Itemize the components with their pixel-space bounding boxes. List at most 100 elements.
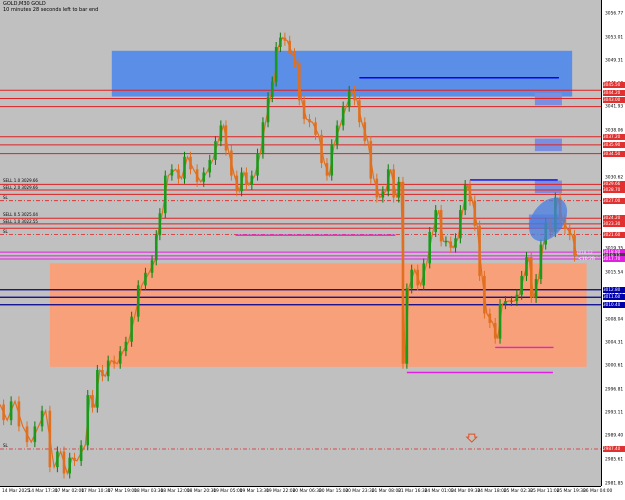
candle-body (353, 90, 356, 101)
price-tick-label: 3056.77 (605, 11, 624, 17)
price-level-tag: 3010.40 (603, 301, 625, 308)
price-level-tag: 3037.20 (603, 133, 625, 140)
candle-body (478, 225, 481, 276)
candle-body (202, 172, 206, 182)
price-level-tag: 3011.60 (603, 294, 625, 301)
price-level-tag: 3044.20 (603, 89, 625, 96)
candle-body (144, 272, 147, 286)
candle-body (515, 294, 519, 302)
candle-body (488, 313, 492, 323)
candle-body (62, 451, 66, 474)
candle-body (529, 257, 533, 298)
time-tick-label: 24 Mar 18:00 (477, 489, 507, 494)
order-level-label: SL (3, 443, 8, 449)
candle-body (79, 445, 83, 461)
candle-body (124, 341, 128, 352)
candle-body (2, 404, 5, 421)
candle-body (405, 288, 409, 364)
small-zone-rect (534, 180, 562, 194)
candle-body (240, 172, 243, 192)
candle-body (473, 200, 477, 226)
candle-body (96, 369, 99, 408)
time-tick-label: 19 Mar 05:00 (213, 489, 243, 494)
candle-body (106, 360, 110, 377)
candle-body (9, 401, 13, 421)
time-tick-label: 24 Mar 09:30 (450, 489, 481, 494)
candle-body (375, 178, 379, 198)
price-level-tag: 2987.40 (603, 446, 625, 452)
candle-body (279, 37, 282, 48)
candle-body (434, 210, 438, 233)
time-tick-label: 25 Mar 02:30 (503, 489, 534, 494)
candle-body (261, 122, 265, 154)
time-tick-label: 18 Mar 20:30 (186, 489, 217, 494)
price-tick-label: 3008.04 (605, 317, 624, 323)
small-zone-rect (534, 92, 562, 106)
candle-body (392, 169, 395, 198)
candle-body (183, 156, 186, 179)
candle-body (369, 141, 373, 179)
time-tick-label: 20 Mar 15:00 (318, 489, 349, 494)
candle-body (158, 213, 162, 236)
candle-body (170, 169, 174, 176)
price-tick-label: 3000.61 (605, 363, 624, 369)
plot-area[interactable]: GOLD,M30 GOLD 10 minutes 28 seconds left… (0, 0, 601, 486)
zone-rect (49, 263, 587, 367)
candle-body (195, 169, 199, 182)
candle-body (493, 322, 497, 339)
zone-rect (111, 50, 573, 97)
price-tick-label: 3004.31 (605, 340, 624, 346)
price-tick-label: 3053.01 (605, 35, 624, 41)
order-level-label: SELL 2.0 3029.66 (3, 184, 38, 190)
price-level-tag: 3023.30 (603, 220, 625, 227)
candle-body (320, 134, 323, 164)
candle-body (48, 410, 52, 468)
price-chart[interactable] (0, 0, 601, 486)
candle-body (288, 40, 291, 54)
candle-body (347, 90, 351, 107)
candle-body (73, 457, 76, 461)
price-level-tag: 3028.70 (603, 187, 625, 193)
candle-body (314, 122, 317, 135)
order-level-label: SL (3, 229, 8, 235)
candle-body (439, 210, 443, 242)
price-tick-label: 2981.85 (605, 481, 624, 487)
candle-body (410, 269, 413, 289)
chart-window: GOLD,M30 GOLD 10 minutes 28 seconds left… (0, 0, 625, 500)
candle-body (422, 263, 426, 286)
price-tick-label: 2993.11 (605, 410, 624, 416)
time-tick-label: 14 Mar 2025 (2, 489, 30, 494)
time-tick-label: 20 Mar 06:30 (292, 489, 322, 494)
candle-body (539, 244, 543, 280)
candle-body (397, 181, 401, 198)
candle-body (283, 37, 287, 41)
candle-body (325, 163, 329, 176)
price-level-tag: 3012.80 (603, 286, 625, 293)
candle-body (463, 184, 467, 211)
price-level-tag: 3043.00 (603, 97, 625, 104)
candle-body (91, 395, 94, 408)
time-tick-label: 18 Mar 12:00 (160, 489, 190, 494)
order-level-label: SELL 1.0 3029.66 (3, 178, 38, 184)
order-level-label: SELL 1.0 3022.55 (3, 219, 38, 225)
candle-body (130, 316, 133, 342)
time-tick-label: 19 Mar 22:00 (266, 489, 296, 494)
candle-body (363, 122, 367, 142)
time-axis[interactable]: 14 Mar 2025 14 Mar 17:30 17 Mar 02:00 17 Ma… (0, 486, 612, 500)
candle-body (230, 150, 233, 176)
time-tick-label: 18 Mar 03:30 (134, 489, 164, 494)
time-tick-label: 25 Mar 19:30 (556, 489, 586, 494)
candle-body (270, 81, 274, 98)
price-level-tag: 3021.60 (603, 231, 625, 238)
candle-body (335, 125, 339, 145)
candle-body (358, 100, 361, 123)
price-axis[interactable]: 3056.773053.013049.313045.603041.933038.… (601, 0, 625, 486)
time-tick-label: 20 Mar 23:30 (345, 489, 375, 494)
candle-body (449, 241, 453, 248)
candle-body (17, 401, 21, 427)
bar-countdown: 10 minutes 28 seconds left to bar end (3, 7, 99, 13)
time-tick-label: 17 Mar 02:00 (54, 489, 85, 494)
candle-body (40, 410, 44, 427)
time-tick-label: 25 Mar 11:00 (530, 489, 560, 494)
time-tick-label: 26 Mar 04:00 (583, 489, 613, 494)
